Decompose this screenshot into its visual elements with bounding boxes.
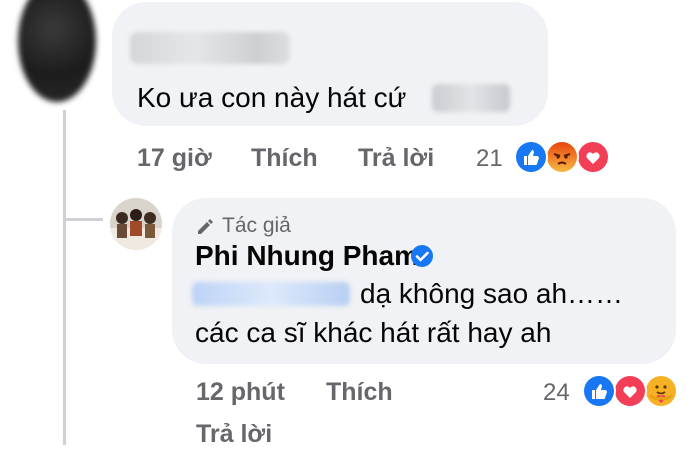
commenter-avatar[interactable] (18, 0, 96, 102)
comment-1-text: Ko ưa con này hát cứ (137, 82, 407, 113)
love-icon[interactable] (576, 140, 610, 174)
author-avatar[interactable] (110, 198, 162, 250)
comment-1-like-button[interactable]: Thích (251, 144, 318, 173)
care-icon[interactable] (644, 374, 678, 408)
author-name[interactable]: Phi Nhung Pham (195, 240, 419, 272)
love-icon[interactable] (613, 374, 647, 408)
pencil-icon (195, 216, 215, 236)
comment-1-reaction-count[interactable]: 21 (476, 145, 503, 173)
thread-line-vertical (63, 110, 66, 445)
commenter-name-redacted[interactable] (130, 32, 290, 64)
comment-2-line-2: các ca sĩ khác hát rất hay ah (195, 317, 552, 348)
like-icon[interactable] (514, 140, 548, 174)
comment-2-reaction-count[interactable]: 24 (543, 379, 570, 407)
comment-2-like-button[interactable]: Thích (326, 378, 393, 407)
comment-1-text-redacted (432, 84, 510, 112)
angry-icon[interactable] (545, 140, 579, 174)
author-badge: Tác giả (222, 214, 291, 237)
like-icon[interactable] (582, 374, 616, 408)
verified-badge-icon (410, 244, 434, 268)
comment-1-time[interactable]: 17 giờ (137, 144, 212, 173)
thread-line-branch (63, 218, 103, 221)
comment-2-line-1: dạ không sao ah…… (360, 278, 624, 309)
comment-1-reply-button[interactable]: Trả lời (358, 144, 434, 173)
comment-2-time[interactable]: 12 phút (196, 378, 285, 407)
mentioned-user-redacted[interactable] (192, 282, 350, 306)
